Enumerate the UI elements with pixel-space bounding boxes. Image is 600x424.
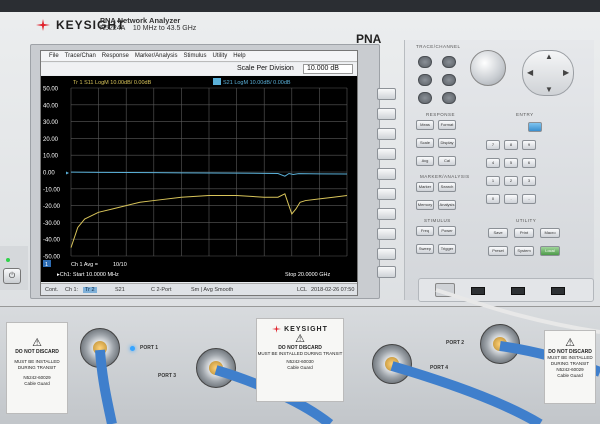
cable-port-1 (95, 349, 117, 424)
warning-icon: ⚠ (32, 337, 42, 349)
cable-guard-tag-center: KEYSIGHT ⚠ DO NOT DISCARD MUST BE INSTAL… (256, 318, 344, 402)
cable-guard-tag-right: ⚠ DO NOT DISCARD MUST BE INSTALLED DURIN… (544, 330, 596, 404)
entry-key[interactable]: 7 (486, 140, 500, 150)
entry-key[interactable]: 5 (504, 158, 518, 168)
tag-line-1: DO NOT DISCARD (15, 349, 59, 355)
entry-key[interactable]: - (522, 194, 536, 204)
tag-desc: Cable Guard (557, 373, 583, 378)
entry-key[interactable]: 4 (486, 158, 500, 168)
keysight-logo-icon (272, 325, 282, 333)
entry-key[interactable]: 8 (504, 140, 518, 150)
entry-key[interactable]: 3 (522, 176, 536, 186)
tag-line-2: MUST BE INSTALLED DURING TRANSIT (257, 351, 343, 356)
cable-guard-tag-left: ⚠ DO NOT DISCARD MUST BE INSTALLED DURIN… (6, 322, 68, 414)
entry-key[interactable]: 1 (486, 176, 500, 186)
tag-line-2: MUST BE INSTALLED DURING TRANSIT (14, 359, 60, 370)
tag-desc: Cable Guard (24, 381, 50, 386)
entry-key[interactable]: 9 (522, 140, 536, 150)
entry-key[interactable]: 0 (486, 194, 500, 204)
warning-icon: ⚠ (565, 337, 575, 349)
tag-brand: KEYSIGHT (257, 325, 343, 333)
entry-key[interactable]: . (504, 194, 518, 204)
entry-key[interactable]: 6 (522, 158, 536, 168)
usb-cable (435, 288, 600, 334)
tag-desc: Cable Guard (287, 365, 313, 370)
warning-icon: ⚠ (295, 333, 305, 345)
cable-port-4 (390, 361, 543, 424)
entry-key[interactable]: 2 (504, 176, 518, 186)
tag-brand-name: KEYSIGHT (284, 325, 328, 333)
tag-line-2: MUST BE INSTALLED DURING TRANSIT (547, 355, 593, 366)
